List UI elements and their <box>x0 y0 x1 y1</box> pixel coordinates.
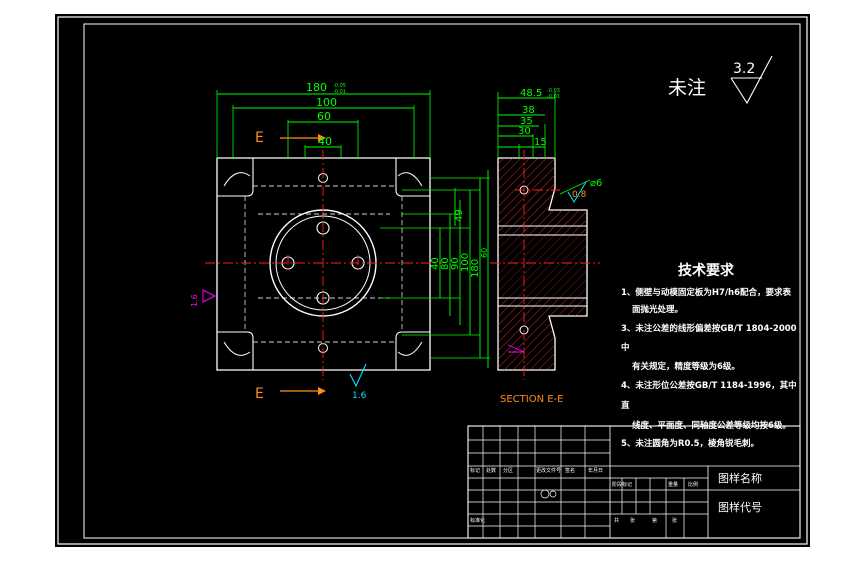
tb-label-change-doc: 更改文件号 <box>536 467 561 474</box>
tb-label-stage: 阶段标记 <box>612 481 632 488</box>
cad-drawing: E E 1.6 1.6 180 -0.05 -0.01 100 60 40 49… <box>0 0 867 562</box>
tech-title: 技术要求 <box>678 262 735 279</box>
tb-label-sign: 签名 <box>565 467 575 474</box>
front-dim-180-tol-lower: -0.01 <box>333 89 346 95</box>
tb-label-weight: 重量 <box>668 481 678 488</box>
tech-line-5: 有关规定，精度等级为6级。 <box>632 361 740 372</box>
tech-line-3: 3、未注公差的线形偏差按GB/T 1804-2000 <box>621 323 797 334</box>
section-hatch-mid <box>498 235 587 298</box>
section-dim-48-5: 48.5 <box>520 88 542 99</box>
section-dim-30: 30 <box>518 126 531 137</box>
tech-line-2: 面抛光处理。 <box>632 304 683 315</box>
cad-viewport: E E 1.6 1.6 180 -0.05 -0.01 100 60 40 49… <box>0 0 867 562</box>
front-dim-40: 40 <box>318 135 332 148</box>
roughness-note-label: 未注 <box>668 77 706 99</box>
tb-label-mark: 标记 <box>470 467 480 474</box>
tb-label-zone: 分区 <box>503 467 513 474</box>
front-dim-100: 100 <box>316 96 337 109</box>
front-vdim-49: 49 <box>454 209 465 222</box>
tb-drawing-code: 图样代号 <box>718 500 762 514</box>
tb-label-standard: 标准化 <box>470 517 485 524</box>
tb-label-scale: 比例 <box>688 481 698 488</box>
tech-line-4: 中 <box>621 342 630 353</box>
tb-drawing-name: 图样名称 <box>718 471 762 485</box>
roughness-bottom-value: 1.6 <box>352 391 367 401</box>
section-roughness-value: 0.8 <box>572 190 587 200</box>
tech-line-6: 4、未注形位公差按GB/T 1184-1996，其中 <box>621 380 797 391</box>
front-dim-180: 180 <box>306 81 327 94</box>
tb-label-date: 年月日 <box>588 467 603 474</box>
section-label-bottom: E <box>255 386 264 402</box>
section-dim-15: 15 <box>534 137 547 148</box>
section-caption: SECTION E-E <box>500 394 563 405</box>
front-dim-60: 60 <box>317 110 331 123</box>
section-dim-48-5-tol-lower: -0.01 <box>547 94 560 100</box>
section-hole-dim: ⌀6 <box>590 178 602 189</box>
tb-label-sheets: 张 <box>630 517 635 524</box>
tb-label-total: 共 <box>614 517 619 524</box>
roughness-note-value: 3.2 <box>733 61 755 77</box>
tb-label-sheet-no: 第 <box>652 517 657 524</box>
tech-line-1: 1、侧壁与动模固定板为H7/h6配合，要求表 <box>621 287 792 298</box>
roughness-left-value: 1.6 <box>190 294 199 307</box>
front-vdim-180: 180 <box>470 259 481 278</box>
section-dim-38: 38 <box>522 105 535 116</box>
tb-label-sheet: 张 <box>672 517 677 524</box>
section-label-top: E <box>255 130 264 146</box>
tb-label-count: 处数 <box>486 467 496 474</box>
tech-line-9: 5、未注圆角为R0.5，棱角锐毛刺。 <box>621 438 759 449</box>
tech-line-7: 直 <box>621 400 630 411</box>
front-vdim-60: 60 <box>480 248 489 258</box>
